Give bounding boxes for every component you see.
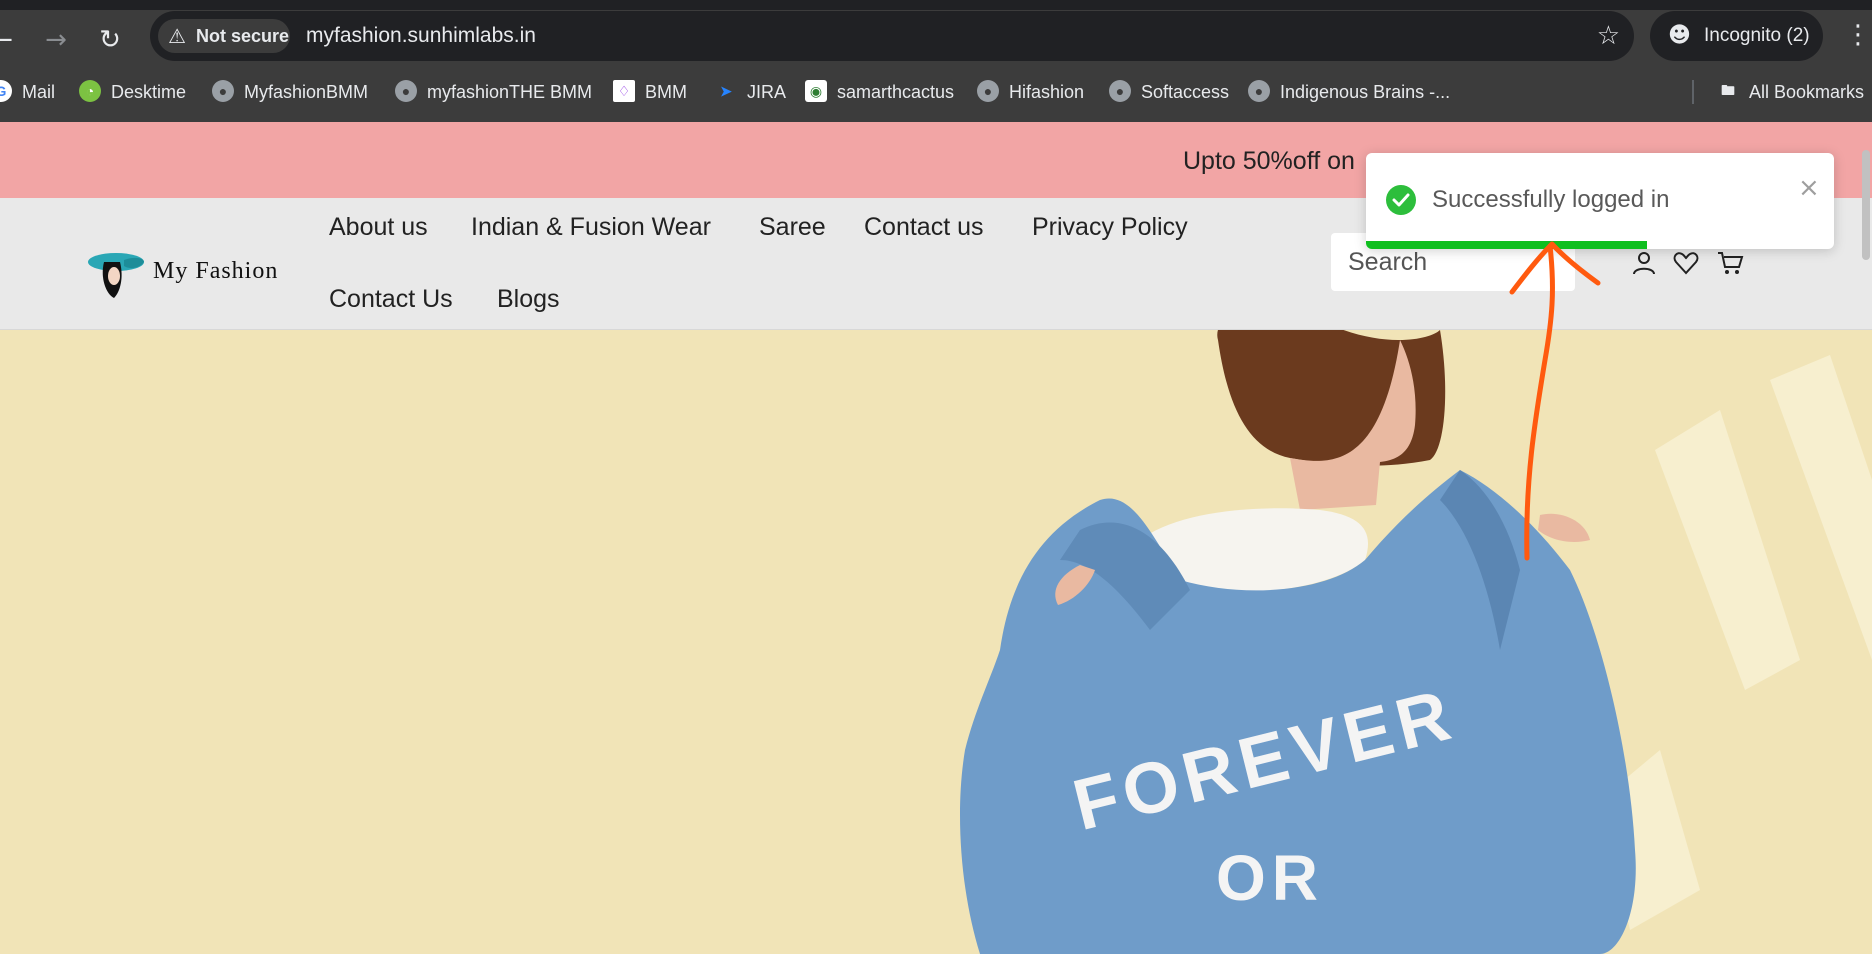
cart-icon[interactable] [1716,249,1744,277]
bookmark-label: MyfashionBMM [244,82,369,102]
nav-about-us[interactable]: About us [329,213,428,242]
nav-privacy-policy[interactable]: Privacy Policy [1032,213,1188,242]
nav-blogs[interactable]: Blogs [497,285,560,314]
promo-text: Upto 50%off on [1183,147,1355,175]
globe-icon: ● [1248,80,1270,103]
all-bookmarks-label: All Bookmarks [1749,82,1865,102]
url-text[interactable]: myfashion.sunhimlabs.in [306,11,536,61]
logo-text: My Fashion [153,258,278,285]
toast-progress-bar [1366,241,1647,249]
bookmark-label: Softaccess [1141,82,1230,102]
reload-icon[interactable]: ↻ [94,24,126,56]
success-toast: Successfully logged in × [1366,153,1834,249]
bookmark-label: Hifashion [1009,82,1085,102]
bookmark-myfashionbmm[interactable]: ● MyfashionBMM [212,72,368,112]
jira-icon: ➤ [720,83,732,100]
tab-strip [0,0,1872,10]
bg-stripe-1 [1655,410,1800,690]
bookmark-desktime[interactable]: ◔ Desktime [79,72,186,112]
screenshot-root: ← → ↻ ⚠ Not secure myfashion.sunhimlabs.… [0,0,1872,954]
globe-icon: ● [395,80,417,103]
address-bar[interactable]: ⚠ Not secure myfashion.sunhimlabs.in ☆ [150,11,1634,61]
globe-icon: ● [1109,80,1131,103]
right-hand [1538,513,1590,542]
incognito-icon: ☻ [1668,23,1691,48]
star-icon[interactable]: ☆ [1597,11,1620,61]
warning-icon: ⚠ [168,24,186,48]
globe-icon: ● [212,80,234,103]
logo-word-fashion: Fashion [195,258,279,284]
bookmark-myfashion-the-bmm[interactable]: ● myfashionTHE BMM [395,72,592,112]
toast-message: Successfully logged in [1432,186,1670,213]
jacket-text-or: OR [1216,842,1324,914]
nav-indian-fusion-wear[interactable]: Indian & Fusion Wear [471,213,711,242]
security-label: Not secure [196,26,290,46]
bookmark-softaccess[interactable]: ● Softaccess [1109,72,1229,112]
bmm-icon: ♢ [613,80,635,103]
browser-toolbar: ← → ↻ ⚠ Not secure myfashion.sunhimlabs.… [0,10,1872,70]
forward-arrow-icon[interactable]: → [40,24,72,56]
globe-icon: ● [977,80,999,103]
incognito-chip[interactable]: ☻ Incognito (2) [1650,11,1823,61]
bookmark-label: BMM [645,82,687,102]
all-bookmarks-button[interactable]: 🖿 All Bookmarks [1717,72,1864,112]
check-circle-icon [1386,185,1416,215]
bookmarks-bar: G Mail ◔ Desktime ● MyfashionBMM ● myfashion… [0,72,1872,112]
bookmark-label: JIRA [747,82,787,102]
user-icon[interactable] [1630,249,1658,277]
folder-icon: 🖿 [1721,83,1735,100]
security-chip[interactable]: ⚠ Not secure [158,19,290,53]
bookmark-samarthcactus[interactable]: ◉ samarthcactus [805,72,954,112]
incognito-label: Incognito (2) [1704,25,1810,46]
browser-chrome: ← → ↻ ⚠ Not secure myfashion.sunhimlabs.… [0,0,1872,122]
bookmark-hifashion[interactable]: ● Hifashion [977,72,1084,112]
bookmark-label: Indigenous Brains -... [1280,82,1451,102]
nav-contact-us[interactable]: Contact us [864,213,984,242]
back-arrow-icon[interactable]: ← [0,24,18,56]
google-icon: G [0,80,12,103]
bookmark-jira[interactable]: ➤ JIRA [715,72,786,112]
logo-mark-icon [88,253,144,298]
hero-image: FOREVER OR [960,330,1872,954]
bookmark-indigenous-brains[interactable]: ● Indigenous Brains -... [1248,72,1450,112]
bookmarks-divider [1692,80,1694,104]
heart-icon[interactable] [1672,249,1700,277]
desktime-icon: ◔ [79,80,101,103]
page-scrollbar[interactable] [1862,150,1870,260]
hero-banner: FOREVER OR [0,330,1872,954]
kebab-menu-icon[interactable]: ⋮ [1845,20,1871,50]
bookmark-label: Desktime [111,82,187,102]
nav-contact-us-2[interactable]: Contact Us [329,285,453,314]
cactus-icon: ◉ [805,80,827,103]
close-icon[interactable]: × [1798,173,1820,203]
bookmark-mail[interactable]: G Mail [0,72,55,112]
nav-saree[interactable]: Saree [759,213,826,242]
bookmark-label: Mail [22,82,56,102]
bookmark-label: samarthcactus [837,82,955,102]
bookmark-label: myfashionTHE BMM [427,82,593,102]
bookmark-bmm[interactable]: ♢ BMM [613,72,687,112]
logo-word-my: My [153,258,189,284]
